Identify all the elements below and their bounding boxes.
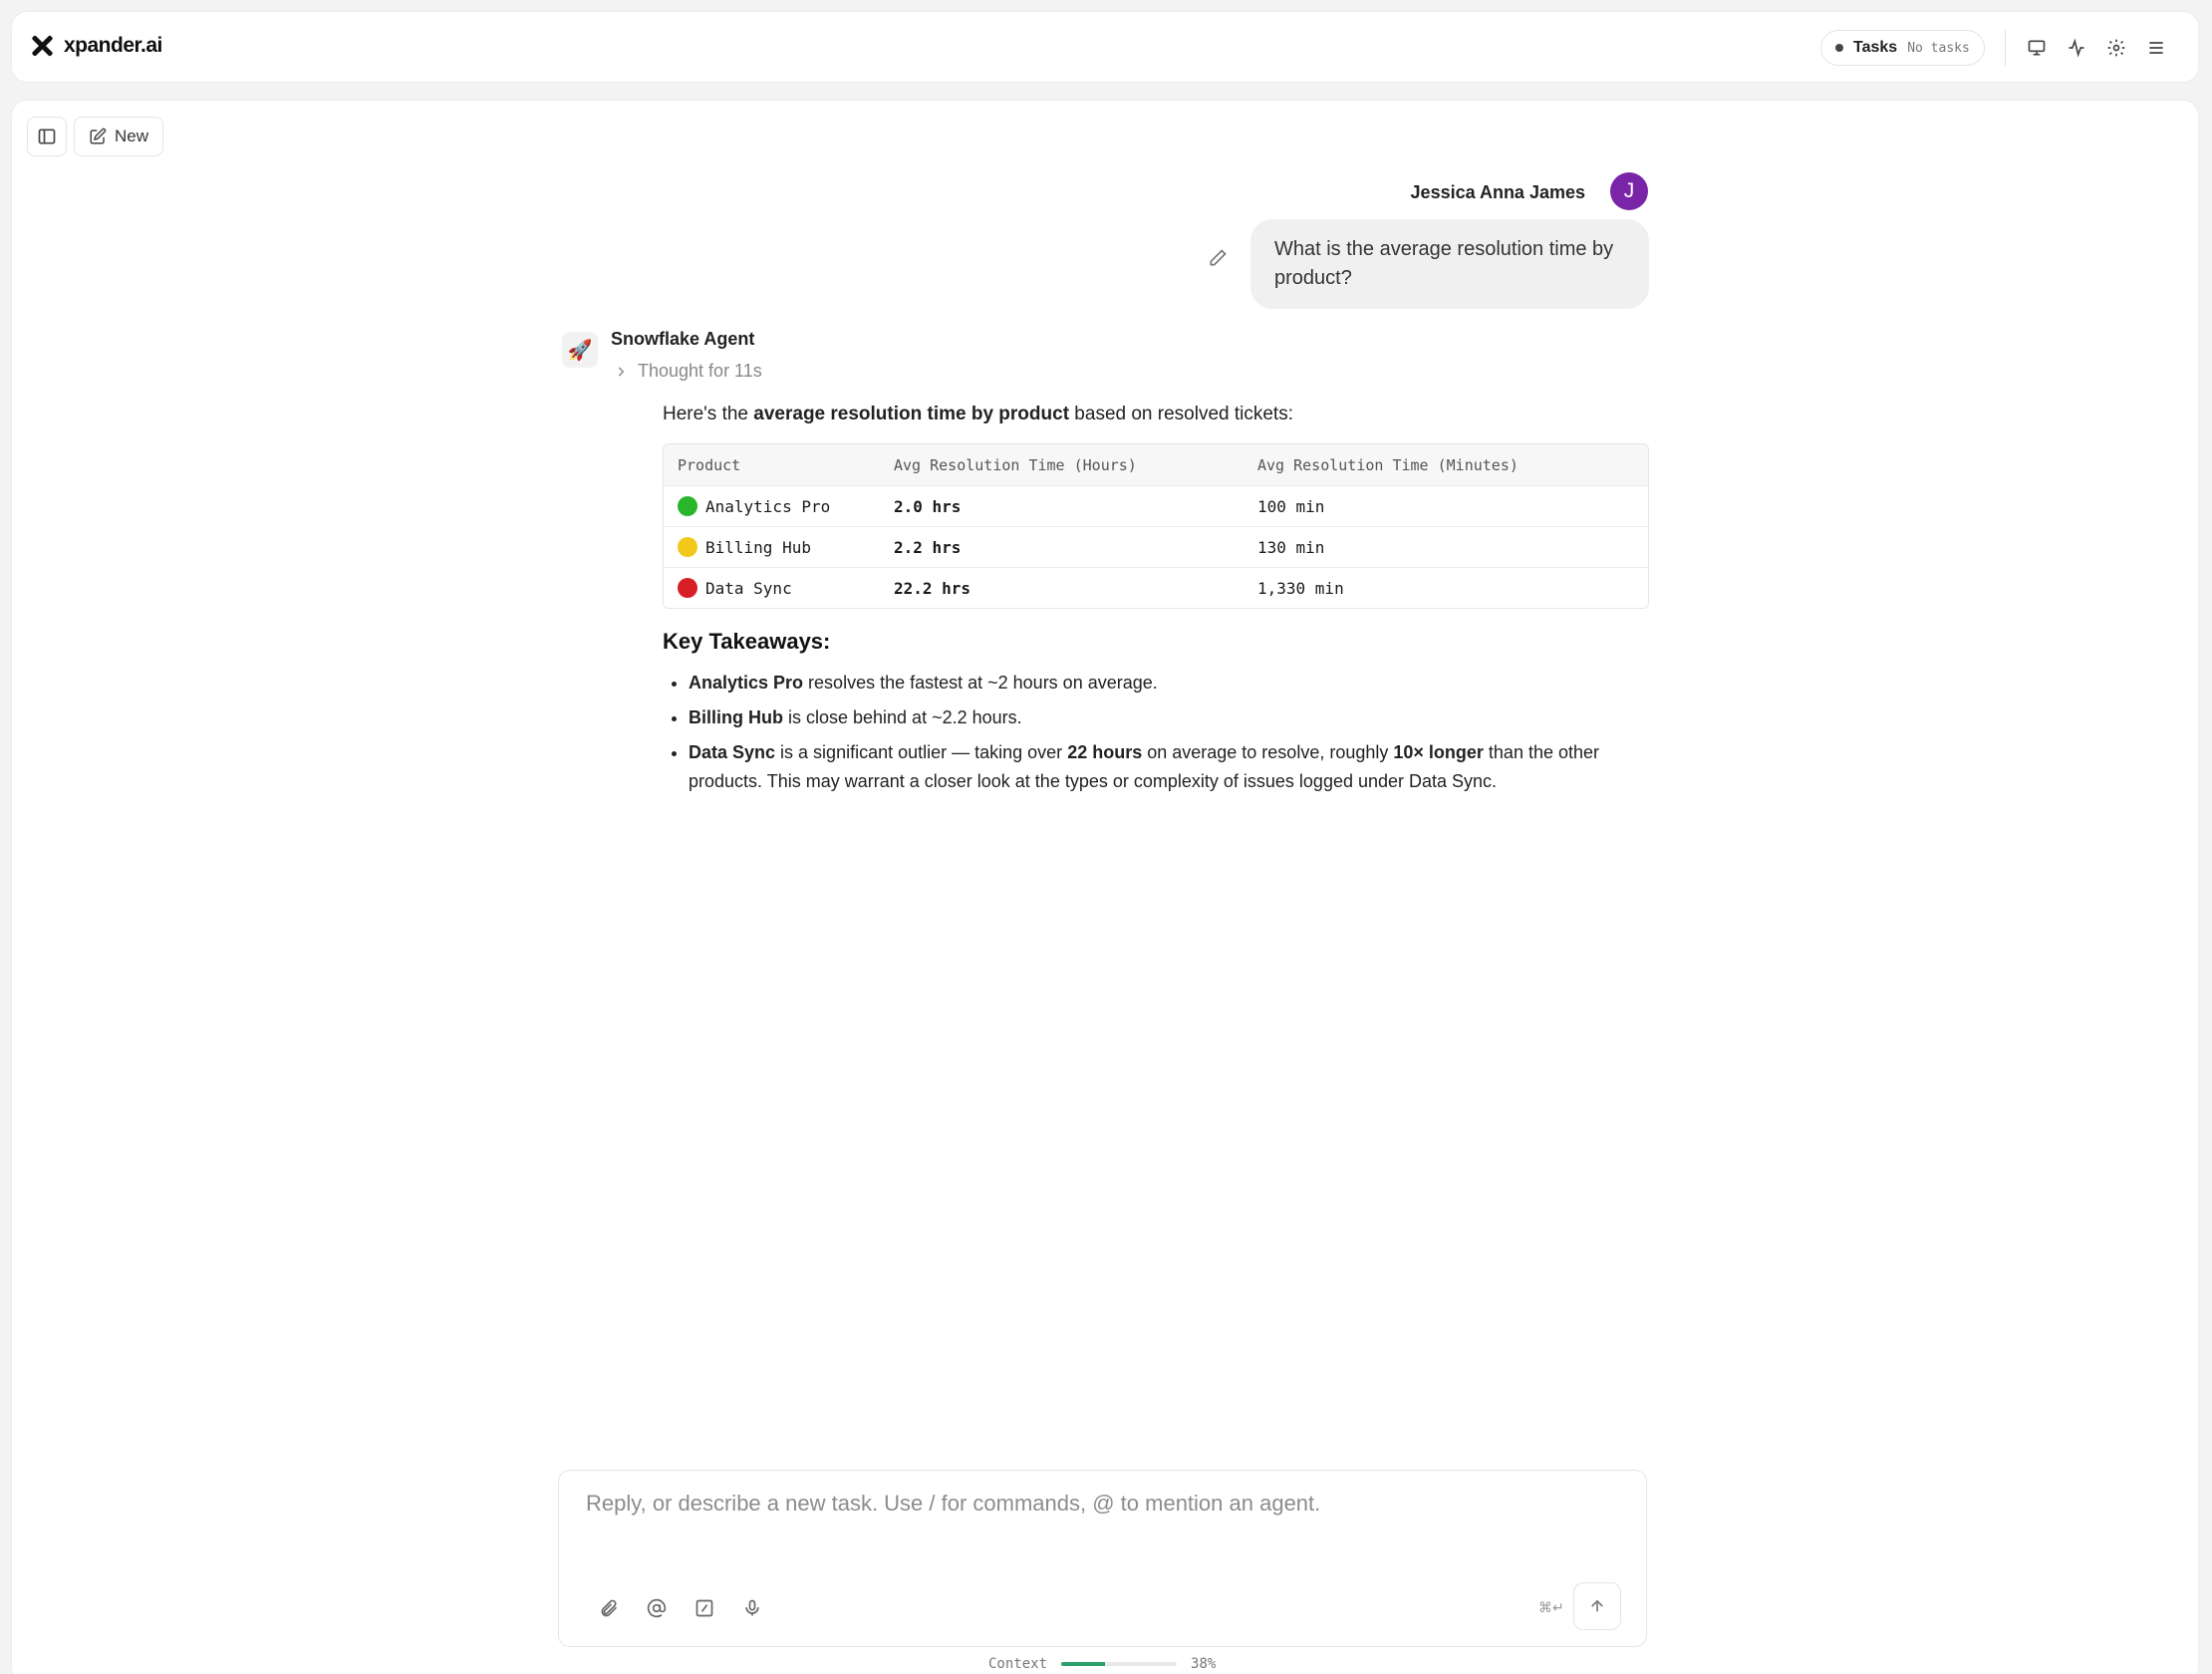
tasks-status: No tasks bbox=[1907, 40, 1970, 56]
takeaway-text: resolves the fastest at ~2 hours on aver… bbox=[803, 673, 1158, 693]
user-name: Jessica Anna James bbox=[1410, 182, 1585, 202]
chevron-right-icon bbox=[618, 366, 625, 377]
tasks-status-dot-icon bbox=[1835, 44, 1843, 52]
thought-label: Thought for 11s bbox=[638, 361, 762, 381]
divider bbox=[2005, 30, 2006, 66]
send-button[interactable] bbox=[1573, 1582, 1621, 1630]
agent-response: Here's the average resolution time by pr… bbox=[663, 402, 1650, 802]
message-composer: ⌘↵ bbox=[558, 1470, 1647, 1647]
context-label: Context bbox=[988, 1656, 1048, 1672]
takeaway-bold: Billing Hub bbox=[689, 707, 783, 727]
takeaway-bold: Data Sync bbox=[689, 742, 776, 762]
yellow-status-circle-icon bbox=[678, 537, 697, 557]
table-row: Analytics Pro 2.0 hrs 100 min bbox=[664, 485, 1648, 526]
user-avatar: J bbox=[1610, 172, 1648, 210]
edit-message-pencil-icon[interactable] bbox=[1208, 248, 1230, 270]
app-name: xpander.ai bbox=[64, 34, 162, 57]
takeaway-text: is a significant outlier — taking over bbox=[775, 742, 1068, 762]
takeaway-bold: 10× longer bbox=[1393, 742, 1484, 762]
toggle-sidebar-button[interactable] bbox=[27, 117, 67, 156]
takeaway-bold: 22 hours bbox=[1067, 742, 1143, 762]
product-name: Data Sync bbox=[705, 578, 792, 598]
sidebar-icon bbox=[38, 129, 56, 144]
list-item: Analytics Pro resolves the fastest at ~2… bbox=[689, 669, 1650, 698]
logo[interactable]: xpander.ai bbox=[30, 34, 162, 58]
takeaway-text: on average to resolve, roughly bbox=[1142, 742, 1394, 762]
takeaways-list: Analytics Pro resolves the fastest at ~2… bbox=[663, 669, 1650, 796]
monitor-icon[interactable] bbox=[2025, 36, 2049, 60]
agent-rocket-icon: 🚀 bbox=[562, 332, 598, 368]
thought-toggle[interactable]: Thought for 11s bbox=[614, 361, 762, 382]
table-cell-hours: 2.2 hrs bbox=[894, 537, 962, 557]
tasks-button[interactable]: Tasks No tasks bbox=[1820, 30, 1985, 66]
new-chat-button[interactable]: New bbox=[74, 117, 164, 156]
table-cell-minutes: 130 min bbox=[1257, 537, 1325, 557]
list-item: Billing Hub is close behind at ~2.2 hour… bbox=[689, 703, 1650, 732]
table-cell-hours: 22.2 hrs bbox=[894, 578, 971, 598]
table-header-row: Product Avg Resolution Time (Hours) Avg … bbox=[664, 444, 1648, 485]
agent-name: Snowflake Agent bbox=[611, 329, 755, 349]
table-cell-minutes: 100 min bbox=[1257, 496, 1325, 516]
table-row: Data Sync 22.2 hrs 1,330 min bbox=[664, 567, 1648, 608]
xpander-logo-icon bbox=[30, 34, 54, 58]
table-header: Avg Resolution Time (Hours) bbox=[894, 455, 1137, 474]
main-panel: New Jessica Anna James J What is the ave… bbox=[11, 100, 2199, 1674]
context-progress-fill bbox=[1061, 1662, 1106, 1666]
new-chat-label: New bbox=[115, 127, 149, 145]
tasks-label: Tasks bbox=[1853, 39, 1898, 56]
context-usage: Context 38% bbox=[988, 1656, 1216, 1672]
product-name: Analytics Pro bbox=[705, 496, 831, 516]
resolution-table: Product Avg Resolution Time (Hours) Avg … bbox=[663, 443, 1649, 609]
gear-icon[interactable] bbox=[2104, 36, 2128, 60]
message-input[interactable] bbox=[586, 1491, 1622, 1517]
intro-suffix: based on resolved tickets: bbox=[1069, 404, 1293, 424]
slash-command-icon[interactable] bbox=[692, 1596, 716, 1620]
red-status-circle-icon bbox=[678, 578, 697, 598]
green-status-circle-icon bbox=[678, 496, 697, 516]
intro-bold: average resolution time by product bbox=[753, 404, 1070, 424]
takeaway-text: is close behind at ~2.2 hours. bbox=[782, 707, 1022, 727]
response-intro: Here's the average resolution time by pr… bbox=[663, 402, 1650, 427]
table-cell-hours: 2.0 hrs bbox=[894, 496, 962, 516]
table-row: Billing Hub 2.2 hrs 130 min bbox=[664, 526, 1648, 567]
at-mention-icon[interactable] bbox=[645, 1596, 669, 1620]
table-cell-minutes: 1,330 min bbox=[1257, 578, 1344, 598]
menu-icon[interactable] bbox=[2144, 36, 2168, 60]
table-cell-product: Billing Hub bbox=[664, 537, 894, 557]
product-name: Billing Hub bbox=[705, 537, 811, 557]
activity-icon[interactable] bbox=[2065, 36, 2088, 60]
user-message-bubble: What is the average resolution time by p… bbox=[1250, 219, 1649, 309]
edit-square-icon bbox=[90, 128, 107, 144]
table-header: Avg Resolution Time (Minutes) bbox=[1257, 455, 1519, 474]
intro-prefix: Here's the bbox=[663, 404, 754, 424]
send-shortcut-hint: ⌘↵ bbox=[1538, 1600, 1564, 1616]
takeaway-bold: Analytics Pro bbox=[689, 673, 804, 693]
microphone-icon[interactable] bbox=[740, 1596, 764, 1620]
list-item: Data Sync is a significant outlier — tak… bbox=[689, 738, 1650, 796]
paperclip-icon[interactable] bbox=[597, 1596, 621, 1620]
table-cell-product: Data Sync bbox=[664, 578, 894, 598]
arrow-up-icon bbox=[1591, 1599, 1603, 1612]
table-cell-product: Analytics Pro bbox=[664, 496, 894, 516]
context-percent: 38% bbox=[1191, 1656, 1217, 1672]
context-progress-bar bbox=[1061, 1662, 1178, 1666]
takeaways-heading: Key Takeaways: bbox=[663, 629, 831, 654]
table-header: Product bbox=[678, 455, 741, 474]
top-bar: xpander.ai Tasks No tasks bbox=[11, 11, 2199, 83]
